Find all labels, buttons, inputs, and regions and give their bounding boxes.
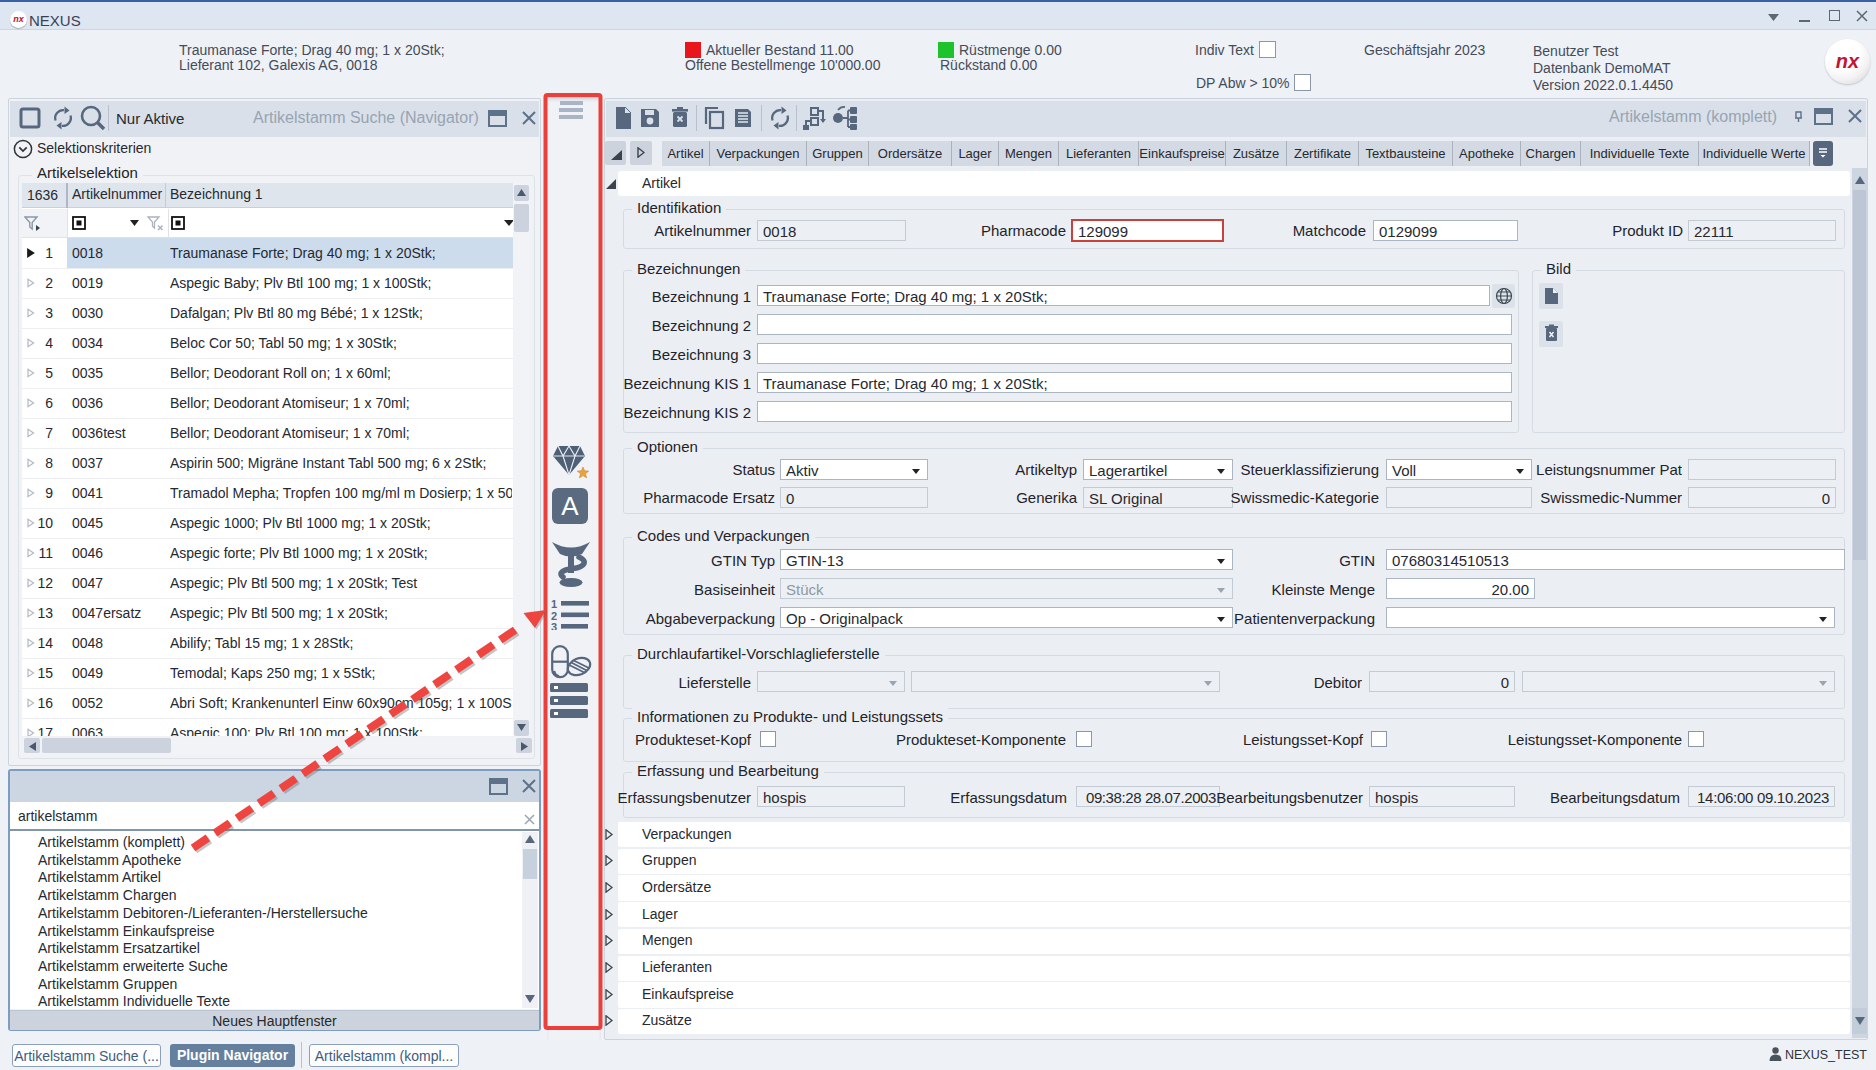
svg-text:1: 1 (551, 598, 557, 610)
